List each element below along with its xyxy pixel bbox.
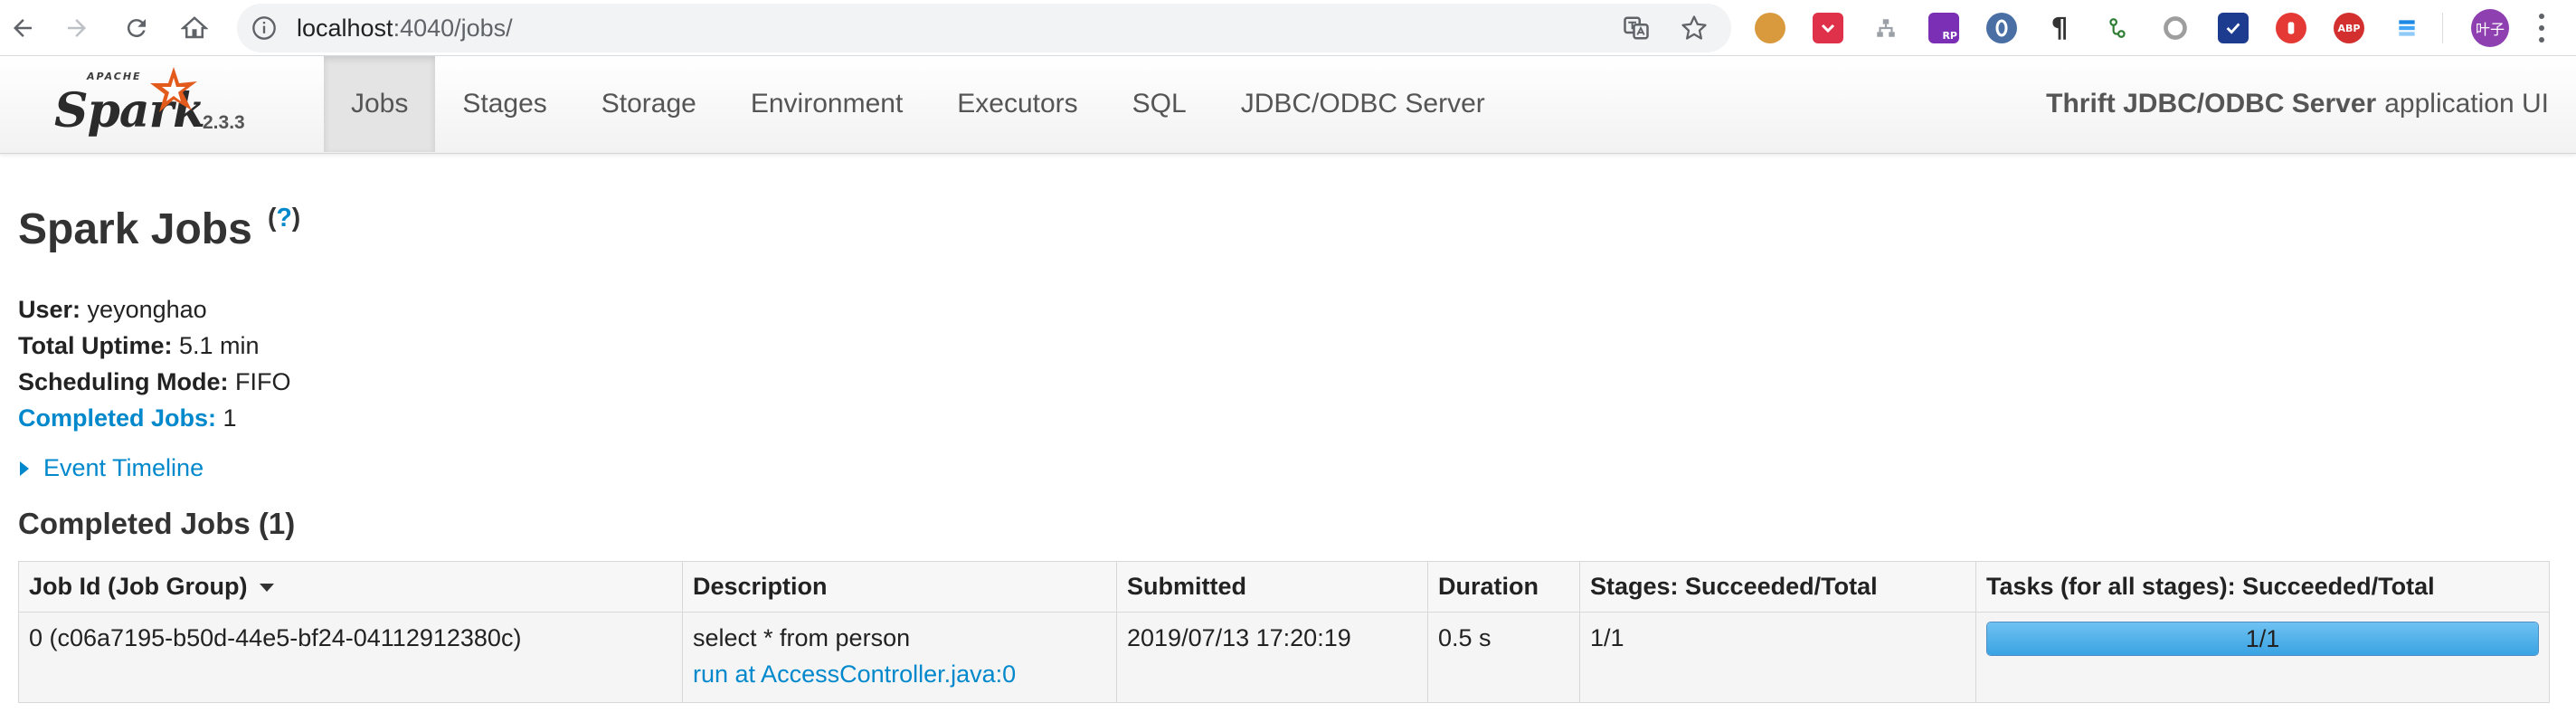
home-icon (181, 16, 208, 39)
stack-icon[interactable] (2391, 13, 2422, 43)
header-job-id[interactable]: Job Id (Job Group) (18, 561, 683, 613)
header-duration[interactable]: Duration (1427, 561, 1580, 613)
arrow-left-icon (14, 19, 32, 37)
cell-tasks: 1/1 (1975, 612, 2550, 703)
adblock-icon-label: ABP (2337, 22, 2361, 34)
header-submitted[interactable]: Submitted (1116, 561, 1428, 613)
toolbar-separator (2442, 13, 2443, 43)
pocket-icon[interactable] (1813, 13, 1843, 43)
header-description[interactable]: Description (682, 561, 1117, 613)
tasks-progress-bar: 1/1 (1986, 622, 2539, 656)
bookmark-star-icon[interactable] (1681, 14, 1708, 42)
tab-sql[interactable]: SQL (1105, 56, 1214, 152)
tab-storage[interactable]: Storage (574, 56, 724, 152)
cell-duration: 0.5 s (1427, 612, 1580, 703)
event-timeline-toggle[interactable]: Event Timeline (20, 454, 204, 482)
reload-icon (127, 19, 146, 38)
spark-logo[interactable]: APACHE Spark (52, 65, 206, 147)
summary-completed-jobs: Completed Jobs: 1 (18, 400, 291, 436)
header-job-id-label: Job Id (Job Group) (29, 573, 248, 600)
stop-icon[interactable] (2276, 13, 2306, 43)
job-summary: User: yeyonghao Total Uptime: 5.1 min Sc… (18, 291, 291, 436)
info-icon[interactable] (251, 15, 277, 41)
cell-description: select * from person run at AccessContro… (682, 612, 1117, 703)
checkbox-icon[interactable] (2218, 13, 2249, 43)
home-button[interactable] (174, 7, 215, 49)
cell-job-id: 0 (c06a7195-b50d-44e5-bf24-04112912380c) (18, 612, 683, 703)
table-header-row: Job Id (Job Group) Description Submitted… (18, 561, 2550, 613)
summary-user: User: yeyonghao (18, 291, 291, 328)
app-suffix: application UI (2384, 89, 2549, 119)
completed-jobs-table: Job Id (Job Group) Description Submitted… (18, 561, 2550, 703)
tasks-progress-label: 1/1 (2245, 625, 2280, 652)
reload-button[interactable] (116, 7, 157, 49)
rp-icon[interactable]: RP (1928, 13, 1959, 43)
tab-stages[interactable]: Stages (435, 56, 573, 152)
scheduling-mode-value: FIFO (235, 368, 291, 395)
translate-icon[interactable] (1623, 14, 1650, 42)
spark-version: 2.3.3 (203, 112, 245, 133)
profile-label: 叶子 (2475, 21, 2505, 38)
git-icon[interactable] (2102, 13, 2133, 43)
table-row: 0 (c06a7195-b50d-44e5-bf24-04112912380c)… (18, 612, 2550, 703)
circle-icon[interactable] (2160, 13, 2191, 43)
browser-menu-icon[interactable] (2533, 11, 2551, 45)
rp-icon-label: RP (1942, 30, 1957, 42)
adblock-icon[interactable]: ABP (2334, 13, 2364, 43)
app-name: Thrift JDBC/ODBC Server (2046, 89, 2377, 119)
sitemap-icon[interactable] (1870, 13, 1901, 43)
help-question-mark[interactable]: ? (276, 204, 291, 233)
opera-icon[interactable] (1986, 13, 2017, 43)
tab-jdbc-odbc-server[interactable]: JDBC/ODBC Server (1214, 56, 1512, 152)
url-text[interactable]: localhost:4040/jobs/ (297, 15, 513, 41)
user-value: yeyonghao (87, 296, 207, 323)
app-title: Thrift JDBC/ODBC Server application UI (2046, 56, 2549, 152)
completed-jobs-value: 1 (223, 404, 237, 432)
cell-stages: 1/1 (1579, 612, 1976, 703)
user-label: User: (18, 296, 81, 323)
nav-tabs: Jobs Stages Storage Environment Executor… (324, 56, 1512, 152)
completed-jobs-heading[interactable]: Completed Jobs (1) (18, 507, 295, 541)
scheduling-mode-label: Scheduling Mode: (18, 368, 229, 395)
completed-jobs-link[interactable]: Completed Jobs: (18, 404, 216, 432)
uptime-label: Total Uptime: (18, 332, 173, 359)
arrow-right-icon (68, 19, 86, 37)
job-detail-link[interactable]: run at AccessController.java:0 (693, 656, 1106, 692)
spark-navbar: APACHE Spark 2.3.3 Jobs Stages Storage E… (0, 56, 2576, 154)
expand-triangle-icon (20, 461, 29, 476)
header-tasks[interactable]: Tasks (for all stages): Succeeded/Total (1975, 561, 2550, 613)
url-host: localhost (297, 14, 393, 42)
tab-executors[interactable]: Executors (930, 56, 1104, 152)
logo-apache-text: APACHE (87, 71, 142, 82)
back-button[interactable] (2, 7, 43, 49)
pilcrow-icon[interactable]: ¶ (2044, 13, 2075, 44)
cookie-icon[interactable] (1755, 13, 1785, 43)
tab-jobs[interactable]: Jobs (324, 56, 436, 152)
uptime-value: 5.1 min (179, 332, 260, 359)
url-path: :4040/jobs/ (393, 14, 513, 42)
page-title: Spark Jobs (18, 205, 252, 253)
event-timeline-label: Event Timeline (43, 454, 204, 481)
description-text: select * from person (693, 624, 911, 651)
profile-avatar[interactable]: 叶子 (2471, 9, 2509, 47)
address-bar[interactable]: localhost:4040/jobs/ (237, 4, 1731, 52)
browser-toolbar: localhost:4040/jobs/ RP ¶ ABP 叶子 (0, 0, 2576, 56)
help-link[interactable]: (?) (268, 204, 300, 245)
summary-scheduling-mode: Scheduling Mode: FIFO (18, 364, 291, 400)
tab-environment[interactable]: Environment (724, 56, 930, 152)
spark-star-icon (150, 67, 197, 112)
forward-button[interactable] (56, 7, 98, 49)
summary-uptime: Total Uptime: 5.1 min (18, 328, 291, 364)
cell-submitted: 2019/07/13 17:20:19 (1116, 612, 1428, 703)
help-close-paren: ) (291, 204, 301, 233)
sort-descending-icon (260, 584, 275, 593)
header-stages[interactable]: Stages: Succeeded/Total (1579, 561, 1976, 613)
